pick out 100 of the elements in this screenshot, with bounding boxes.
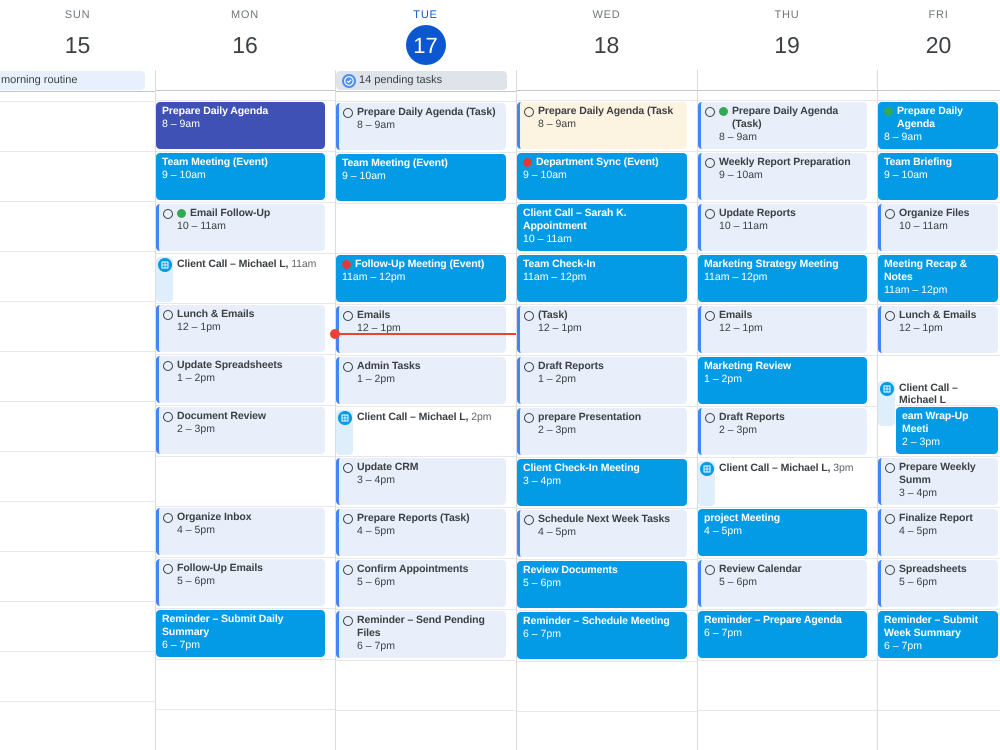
- task-card[interactable]: Confirm Appointments 5 – 6pm: [336, 560, 506, 607]
- event-title: Reminder – Submit Daily Summary: [162, 613, 284, 639]
- event-time: 8 – 9am: [162, 118, 201, 131]
- task-card[interactable]: Organize Files 10 – 11am: [878, 204, 998, 251]
- task-card[interactable]: Draft Reports 2 – 3pm: [698, 408, 867, 455]
- task-card[interactable]: Update Reports 10 – 11am: [698, 204, 867, 251]
- event-time: 2 – 3pm: [902, 436, 941, 449]
- appointment-bar[interactable]: [698, 461, 715, 506]
- task-title: Confirm Appointments: [357, 563, 468, 576]
- task-card[interactable]: (Task) 12 – 1pm: [517, 306, 687, 353]
- date-number[interactable]: 15: [58, 25, 98, 65]
- task-title: Update Spreadsheets: [177, 359, 282, 372]
- task-title: Email Follow-Up: [190, 207, 270, 220]
- task-title: Prepare Daily Agenda (Task): [732, 105, 840, 131]
- task-title: Prepare Reports (Task): [357, 512, 470, 525]
- weekday-label: WED: [592, 9, 621, 22]
- task-card[interactable]: Spreadsheets 5 – 6pm: [878, 560, 998, 607]
- task-time: 10 – 11am: [176, 220, 227, 233]
- task-time: 5 – 6pm: [356, 576, 396, 589]
- date-number[interactable]: 18: [586, 25, 626, 65]
- event-time: 5 – 6pm: [523, 577, 562, 590]
- task-card[interactable]: Email Follow-Up 10 – 11am: [156, 204, 325, 251]
- task-card[interactable]: Draft Reports 1 – 2pm: [517, 357, 687, 404]
- task-time: 3 – 4pm: [356, 474, 396, 487]
- task-title: Update Reports: [719, 207, 796, 220]
- task-time: 3 – 4pm: [898, 487, 938, 500]
- task-card[interactable]: Schedule Next Week Tasks 4 – 5pm: [517, 510, 687, 557]
- date-number[interactable]: 17: [406, 25, 446, 65]
- task-card[interactable]: Follow-Up Emails 5 – 6pm: [156, 559, 325, 606]
- task-card[interactable]: Weekly Report Preparation 9 – 10am: [698, 153, 867, 200]
- task-title: Admin Tasks: [357, 360, 420, 373]
- appointment-title[interactable]: Client Call – Michael L, 2pm: [353, 410, 492, 423]
- task-title: Weekly Report Preparation: [719, 156, 851, 169]
- task-card[interactable]: Update Spreadsheets 1 – 2pm: [156, 356, 325, 403]
- task-card[interactable]: Review Calendar 5 – 6pm: [698, 560, 867, 607]
- event-time: 10 – 11am: [523, 233, 573, 246]
- task-card[interactable]: Reminder – Send Pending Files 6 – 7pm: [336, 611, 506, 658]
- task-time: 5 – 6pm: [176, 575, 216, 588]
- task-card[interactable]: Emails 12 – 1pm: [336, 306, 506, 353]
- task-card[interactable]: Prepare Daily Agenda (Task 8 – 9am: [517, 102, 687, 149]
- date-number[interactable]: 20: [918, 25, 958, 65]
- event-title: Marketing Strategy Meeting: [704, 258, 839, 271]
- task-title: Finalize Report: [899, 512, 973, 525]
- task-card[interactable]: Organize Inbox 4 – 5pm: [156, 508, 325, 555]
- task-card[interactable]: Prepare Reports (Task) 4 – 5pm: [336, 509, 506, 556]
- appointment-bar[interactable]: [156, 257, 173, 302]
- event-title: Team Check-In: [523, 258, 596, 271]
- task-card[interactable]: Prepare Daily Agenda (Task) 8 – 9am: [336, 103, 506, 150]
- task-title: Prepare Daily Agenda (Task: [538, 105, 674, 118]
- task-card[interactable]: Emails 12 – 1pm: [698, 306, 867, 353]
- weekday-label: THU: [774, 9, 800, 22]
- event-time: 4 – 5pm: [704, 525, 743, 538]
- task-card[interactable]: Prepare Weekly Summ 3 – 4pm: [878, 458, 998, 505]
- event-card[interactable]: Prepare Daily Agenda 8 – 9am: [156, 102, 325, 149]
- task-title: prepare Presentation: [538, 411, 642, 424]
- task-card[interactable]: Prepare Daily Agenda (Task) 8 – 9am: [698, 102, 867, 149]
- date-number[interactable]: 16: [225, 25, 265, 65]
- event-title: Prepare Daily Agenda: [897, 105, 964, 131]
- appointment-bar[interactable]: [336, 410, 353, 455]
- event-title: Follow-Up Meeting (Event): [355, 258, 484, 271]
- task-title: Prepare Daily Agenda (Task): [357, 106, 496, 119]
- appointment-title[interactable]: Client Call – Michael L, 11am: [173, 257, 316, 270]
- task-time: 12 – 1pm: [356, 322, 402, 335]
- event-title: Team Meeting (Event): [162, 156, 268, 169]
- event-title: project Meeting: [704, 512, 780, 525]
- task-card[interactable]: prepare Presentation 2 – 3pm: [517, 408, 687, 455]
- task-card[interactable]: Finalize Report 4 – 5pm: [878, 509, 998, 556]
- task-time: 1 – 2pm: [176, 372, 216, 385]
- task-card[interactable]: Lunch & Emails 12 – 1pm: [878, 306, 998, 353]
- task-title: Draft Reports: [719, 411, 785, 424]
- event-time: 11am – 12pm: [342, 271, 406, 284]
- appointment-bar[interactable]: [878, 381, 895, 426]
- appointment-title[interactable]: Client Call – Michael L: [895, 381, 998, 406]
- task-card[interactable]: Document Review 2 – 3pm: [156, 407, 325, 454]
- event-time: 6 – 7pm: [523, 628, 562, 641]
- task-title: Organize Files: [899, 207, 970, 220]
- task-title: Reminder – Send Pending Files: [357, 614, 486, 640]
- task-time: 6 – 7pm: [356, 640, 396, 653]
- task-time: 8 – 9am: [718, 131, 758, 144]
- date-number[interactable]: 19: [767, 25, 807, 65]
- event-title: Reminder – Prepare Agenda: [704, 614, 842, 627]
- all-day-event[interactable]: 14 pending tasks: [336, 71, 507, 90]
- all-day-event[interactable]: morning routine: [0, 71, 145, 90]
- task-time: 1 – 2pm: [537, 373, 577, 386]
- task-time: 10 – 11am: [898, 220, 949, 233]
- task-card[interactable]: Update CRM 3 – 4pm: [336, 458, 506, 505]
- task-card[interactable]: Lunch & Emails 12 – 1pm: [156, 305, 325, 352]
- task-time: 12 – 1pm: [537, 322, 583, 335]
- event-time: 9 – 10am: [342, 170, 387, 183]
- weekday-label: TUE: [413, 9, 438, 22]
- appointment-title[interactable]: Client Call – Michael L, 3pm: [715, 461, 854, 474]
- task-title: Lunch & Emails: [177, 308, 254, 321]
- grid-icon: [158, 258, 172, 272]
- task-time: 1 – 2pm: [356, 373, 396, 386]
- task-card[interactable]: Admin Tasks 1 – 2pm: [336, 357, 506, 404]
- task-time: 2 – 3pm: [176, 423, 216, 436]
- task-time: 8 – 9am: [356, 119, 396, 132]
- event-time: 11am – 12pm: [523, 271, 588, 284]
- task-time: 5 – 6pm: [898, 576, 938, 589]
- event-time: 3 – 4pm: [523, 475, 562, 488]
